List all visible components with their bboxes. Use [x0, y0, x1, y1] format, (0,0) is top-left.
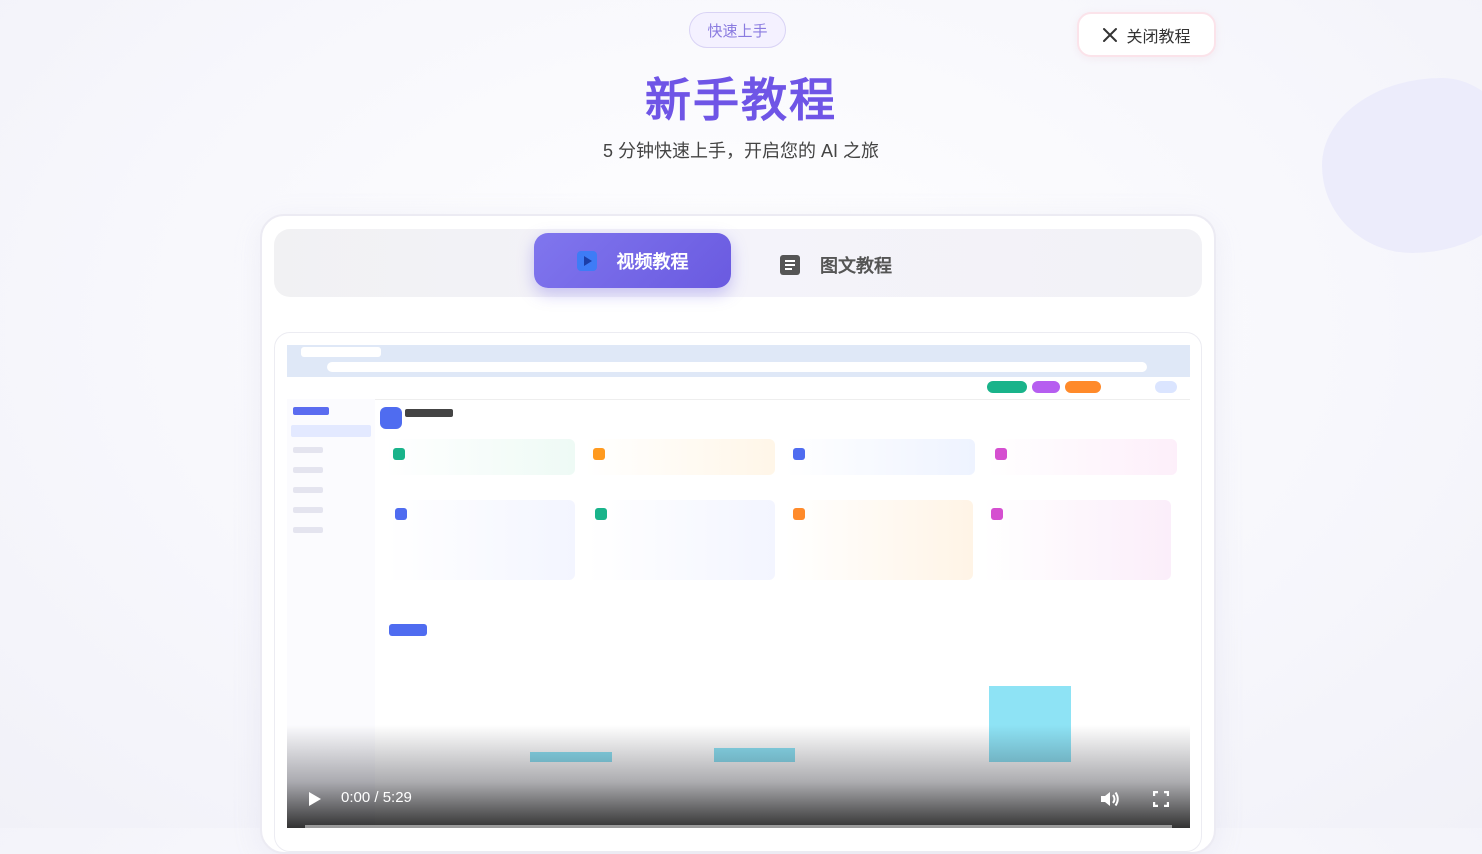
- video-controls: 0:00 / 5:29: [287, 785, 1190, 815]
- play-icon[interactable]: [309, 792, 321, 806]
- page-title: 新手教程: [645, 74, 837, 126]
- video-preview-panel: [983, 500, 1171, 580]
- video-preview-browser-bar: [287, 345, 1190, 377]
- close-tutorial-label: 关闭教程: [1126, 28, 1191, 46]
- close-tutorial-button[interactable]: 关闭教程: [1077, 12, 1216, 57]
- play-video-icon: [576, 250, 597, 271]
- quick-start-badge: 快速上手: [689, 12, 786, 48]
- tab-doc-label: 图文教程: [820, 256, 892, 276]
- tab-doc-tutorial[interactable]: 图文教程: [780, 252, 892, 278]
- tab-video-label: 视频教程: [616, 251, 689, 272]
- video-preview-stat: [585, 439, 775, 475]
- video-preview-stat: [785, 439, 975, 475]
- close-icon: [1103, 27, 1118, 42]
- video-preview-panel: [587, 500, 775, 580]
- video-preview-stat: [385, 439, 575, 475]
- document-icon: [780, 255, 800, 275]
- fullscreen-icon[interactable]: [1153, 791, 1169, 807]
- tab-video-tutorial[interactable]: 视频教程: [534, 233, 731, 288]
- tutorial-tabs: [274, 229, 1202, 297]
- page-subtitle: 5 分钟快速上手，开启您的 AI 之旅: [602, 141, 880, 161]
- video-preview-heading: [405, 409, 453, 417]
- video-preview-chart-icon: [380, 407, 402, 429]
- video-player[interactable]: 0:00 / 5:29: [287, 345, 1190, 828]
- video-preview-segment: [389, 624, 427, 636]
- video-preview-nav: [287, 377, 1190, 400]
- video-time-display: 0:00 / 5:29: [341, 789, 412, 806]
- video-preview-stat: [987, 439, 1177, 475]
- video-preview-panel: [387, 500, 575, 580]
- video-preview-panel: [785, 500, 973, 580]
- volume-icon[interactable]: [1099, 789, 1121, 809]
